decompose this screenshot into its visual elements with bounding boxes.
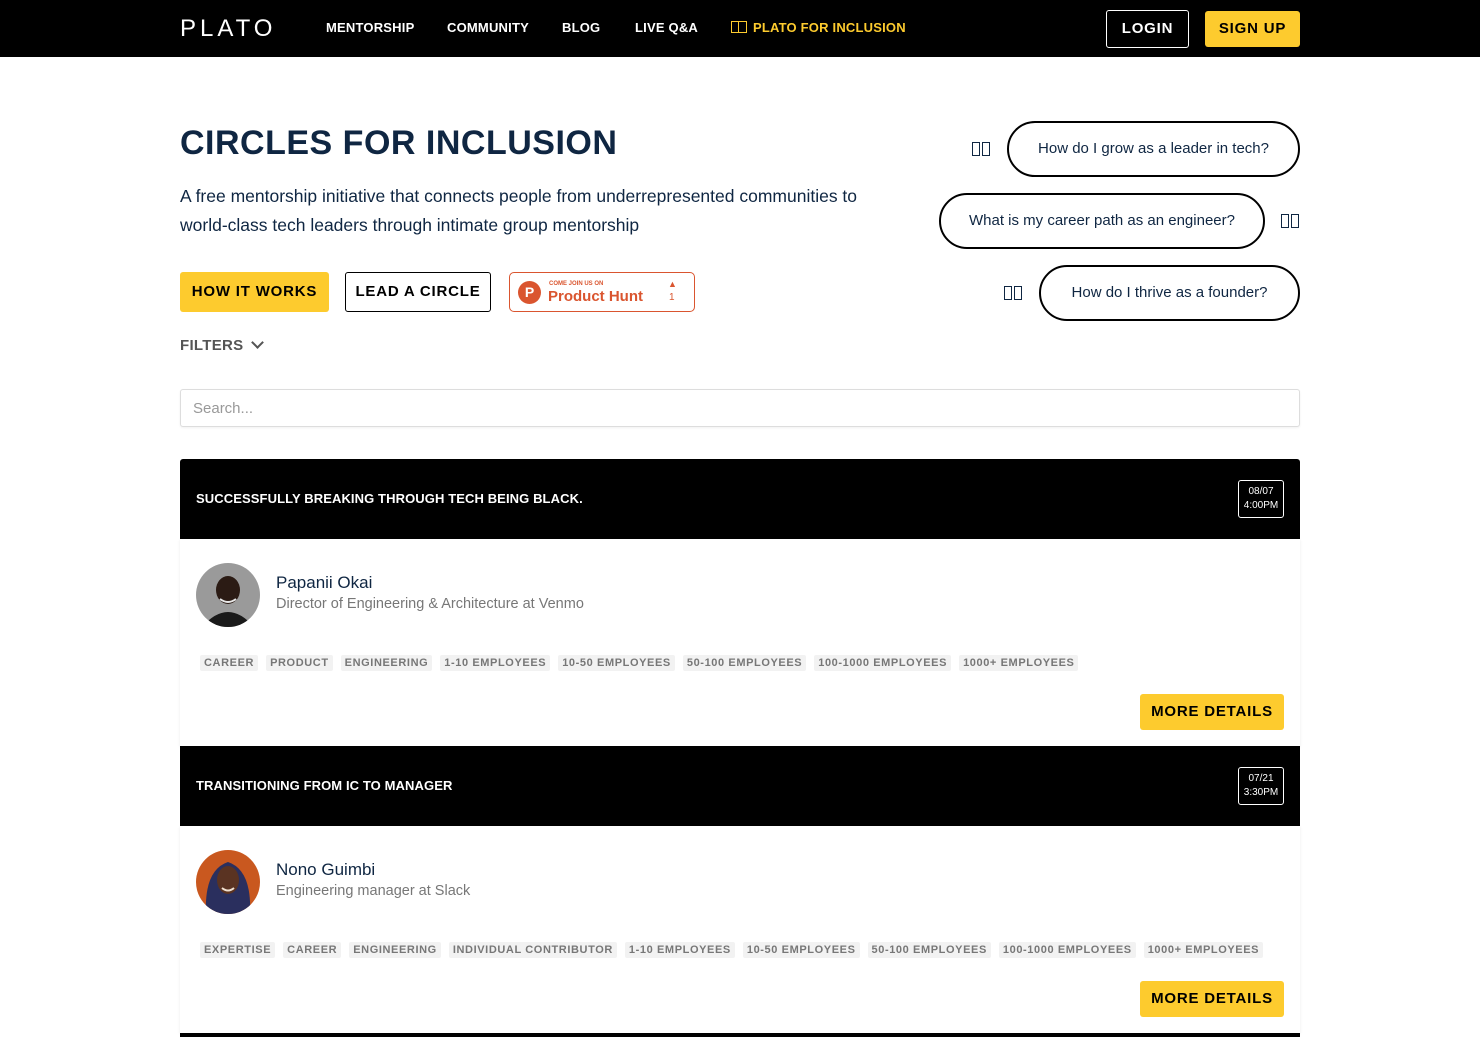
tag: 1000+ EMPLOYEES bbox=[1143, 942, 1264, 958]
search-input[interactable] bbox=[180, 389, 1300, 427]
tag: INDIVIDUAL CONTRIBUTOR bbox=[448, 942, 617, 958]
nav-link-community[interactable]: COMMUNITY bbox=[447, 20, 529, 35]
circle-title: TRANSITIONING FROM IC TO MANAGER bbox=[196, 778, 453, 793]
signup-button[interactable]: SIGN UP bbox=[1205, 11, 1300, 47]
tag: 1-10 EMPLOYEES bbox=[440, 655, 551, 671]
circle-date-badge: 07/21 3:30PM bbox=[1238, 767, 1284, 805]
tag: PRODUCT bbox=[266, 655, 333, 671]
more-details-button[interactable]: MORE DETAILS bbox=[1140, 981, 1284, 1017]
tag: ENGINEERING bbox=[349, 942, 441, 958]
circle-date: 07/21 bbox=[1248, 773, 1274, 784]
top-nav: PLATO MENTORSHIP COMMUNITY BLOG LIVE Q&A… bbox=[0, 0, 1480, 57]
emoji-icon bbox=[1281, 214, 1301, 228]
tag: EXPERTISE bbox=[200, 942, 276, 958]
upvote-arrow-icon: ▲ bbox=[668, 279, 677, 289]
mentor-role: Director of Engineering & Architecture a… bbox=[276, 596, 584, 612]
how-it-works-button[interactable]: HOW IT WORKS bbox=[180, 272, 329, 312]
question-bubble: How do I thrive as a founder? bbox=[1039, 265, 1300, 321]
nav-link-plato-for-inclusion-label: PLATO FOR INCLUSION bbox=[753, 20, 906, 35]
product-hunt-badge[interactable]: P COME JOIN US ON Product Hunt ▲ 1 bbox=[509, 272, 695, 312]
circle-card-body: Nono Guimbi Engineering manager at Slack… bbox=[180, 826, 1300, 1033]
filters-toggle[interactable]: FILTERS bbox=[180, 336, 265, 354]
chevron-down-icon bbox=[251, 336, 265, 349]
question-bubble: How do I grow as a leader in tech? bbox=[1007, 121, 1300, 177]
plato-logo[interactable]: PLATO bbox=[180, 15, 276, 43]
tag: 50-100 EMPLOYEES bbox=[682, 655, 807, 671]
circle-card-header[interactable]: SUCCESSFULLY BREAKING THROUGH TECH BEING… bbox=[180, 459, 1300, 539]
page-title: CIRCLES FOR INCLUSION bbox=[180, 124, 618, 162]
emoji-icon bbox=[972, 142, 992, 156]
circle-date: 08/07 bbox=[1248, 486, 1274, 497]
product-hunt-name: Product Hunt bbox=[548, 288, 643, 305]
mentor-name: Nono Guimbi bbox=[276, 860, 376, 879]
product-hunt-tagline: COME JOIN US ON bbox=[549, 281, 604, 287]
more-details-button[interactable]: MORE DETAILS bbox=[1140, 694, 1284, 730]
flag-icon bbox=[731, 21, 747, 33]
tag: CAREER bbox=[200, 655, 259, 671]
emoji-icon bbox=[1004, 286, 1024, 300]
tag: 10-50 EMPLOYEES bbox=[558, 655, 675, 671]
circle-card-header[interactable]: TRANSITIONING FROM IC TO MANAGER 07/21 3… bbox=[180, 746, 1300, 826]
circle-card-body: Papanii Okai Director of Engineering & A… bbox=[180, 539, 1300, 746]
nav-link-plato-for-inclusion[interactable]: PLATO FOR INCLUSION bbox=[731, 20, 906, 35]
tag-list: EXPERTISE CAREER ENGINEERING INDIVIDUAL CON… bbox=[200, 940, 1271, 958]
product-hunt-upvote-count: 1 bbox=[669, 292, 675, 303]
lead-a-circle-button[interactable]: LEAD A CIRCLE bbox=[345, 272, 491, 312]
mentor-avatar bbox=[196, 850, 260, 914]
tag: 10-50 EMPLOYEES bbox=[742, 942, 860, 958]
mentor-avatar bbox=[196, 563, 260, 627]
circle-time: 3:30PM bbox=[1243, 787, 1279, 798]
question-bubble: What is my career path as an engineer? bbox=[939, 193, 1265, 249]
tag: 100-1000 EMPLOYEES bbox=[998, 942, 1136, 958]
nav-link-live-qa[interactable]: LIVE Q&A bbox=[635, 20, 698, 35]
mentor-name: Papanii Okai bbox=[276, 573, 373, 592]
circle-title: SUCCESSFULLY BREAKING THROUGH TECH BEING… bbox=[196, 491, 583, 506]
tag: CAREER bbox=[283, 942, 342, 958]
tag: ENGINEERING bbox=[340, 655, 433, 671]
page-subtitle: A free mentorship initiative that connec… bbox=[180, 186, 858, 235]
mentor-role: Engineering manager at Slack bbox=[276, 883, 471, 899]
circle-card-header bbox=[180, 1033, 1300, 1037]
tag-list: CAREER PRODUCT ENGINEERING 1-10 EMPLOYEES 10… bbox=[200, 653, 1086, 671]
tag: 1000+ EMPLOYEES bbox=[959, 655, 1079, 671]
circle-date-badge: 08/07 4:00PM bbox=[1238, 480, 1284, 518]
nav-link-blog[interactable]: BLOG bbox=[562, 20, 600, 35]
product-hunt-logo-icon: P bbox=[518, 281, 541, 304]
tag: 50-100 EMPLOYEES bbox=[867, 942, 991, 958]
login-button[interactable]: LOGIN bbox=[1106, 10, 1189, 48]
tag: 100-1000 EMPLOYEES bbox=[814, 655, 952, 671]
circle-time: 4:00PM bbox=[1243, 500, 1279, 511]
tag: 1-10 EMPLOYEES bbox=[624, 942, 735, 958]
nav-link-mentorship[interactable]: MENTORSHIP bbox=[326, 20, 414, 35]
filters-label: FILTERS bbox=[180, 337, 244, 354]
